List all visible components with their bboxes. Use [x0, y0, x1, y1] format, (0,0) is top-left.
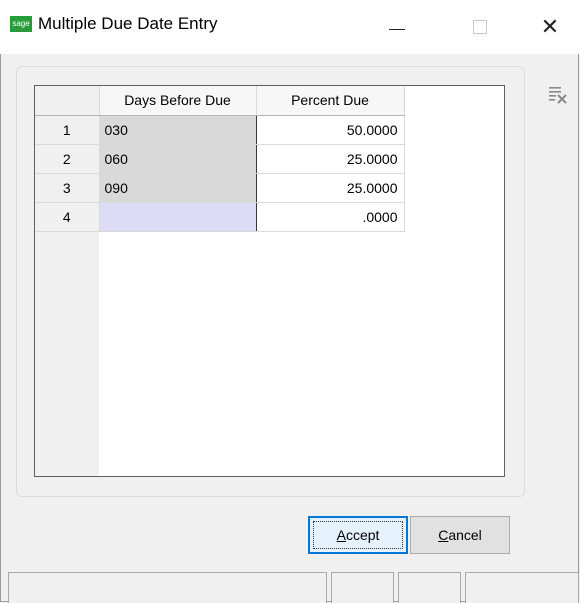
cancel-label: ancel — [448, 527, 482, 543]
row-number[interactable]: 1 — [35, 115, 100, 145]
delete-line-icon-svg — [549, 87, 567, 104]
percent-due-cell[interactable]: 50.0000 — [256, 115, 405, 145]
minimize-icon — [389, 28, 405, 30]
due-date-table: Days Before Due Percent Due 1 030 50.000… — [35, 86, 405, 232]
days-before-due-cell[interactable]: 090 — [99, 173, 257, 203]
percent-due-cell[interactable]: .0000 — [256, 202, 405, 232]
days-before-due-cell[interactable]: 060 — [99, 144, 257, 174]
status-bar — [8, 572, 579, 603]
maximize-button[interactable] — [451, 0, 509, 54]
row-number[interactable]: 4 — [35, 202, 100, 232]
days-before-due-cell-active[interactable] — [99, 202, 257, 232]
window-title: Multiple Due Date Entry — [38, 14, 218, 33]
status-cell-2 — [331, 572, 394, 603]
minimize-button[interactable] — [368, 0, 426, 54]
table-row[interactable]: 4 .0000 — [35, 202, 405, 232]
grid-header-row: Days Before Due Percent Due — [35, 86, 405, 116]
sage-app-icon: sage — [10, 16, 32, 32]
days-before-due-cell[interactable]: 030 — [99, 115, 257, 145]
cancel-hotkey: C — [438, 527, 449, 543]
status-cell-main — [8, 572, 327, 603]
close-icon: ✕ — [540, 14, 560, 39]
percent-due-header[interactable]: Percent Due — [256, 86, 405, 116]
status-cell-4 — [465, 572, 579, 603]
days-before-due-header[interactable]: Days Before Due — [99, 86, 257, 116]
grid-corner-header[interactable] — [35, 86, 100, 116]
due-date-grid[interactable]: Days Before Due Percent Due 1 030 50.000… — [34, 85, 505, 477]
accept-button[interactable]: Accept — [308, 516, 408, 554]
percent-due-cell[interactable]: 25.0000 — [256, 173, 405, 203]
delete-line-icon[interactable] — [547, 84, 569, 106]
accept-label: ccept — [345, 527, 380, 543]
table-row[interactable]: 2 060 25.0000 — [35, 144, 405, 174]
accept-hotkey: A — [336, 527, 346, 543]
close-button[interactable]: ✕ — [521, 0, 579, 54]
table-row[interactable]: 3 090 25.0000 — [35, 173, 405, 203]
title-bar[interactable]: sage Multiple Due Date Entry ✕ — [0, 0, 580, 54]
row-number[interactable]: 3 — [35, 173, 100, 203]
maximize-icon — [473, 20, 487, 34]
cancel-button[interactable]: Cancel — [410, 516, 510, 554]
percent-due-cell[interactable]: 25.0000 — [256, 144, 405, 174]
row-number[interactable]: 2 — [35, 144, 100, 174]
status-cell-3 — [398, 572, 461, 603]
table-row[interactable]: 1 030 50.0000 — [35, 115, 405, 145]
